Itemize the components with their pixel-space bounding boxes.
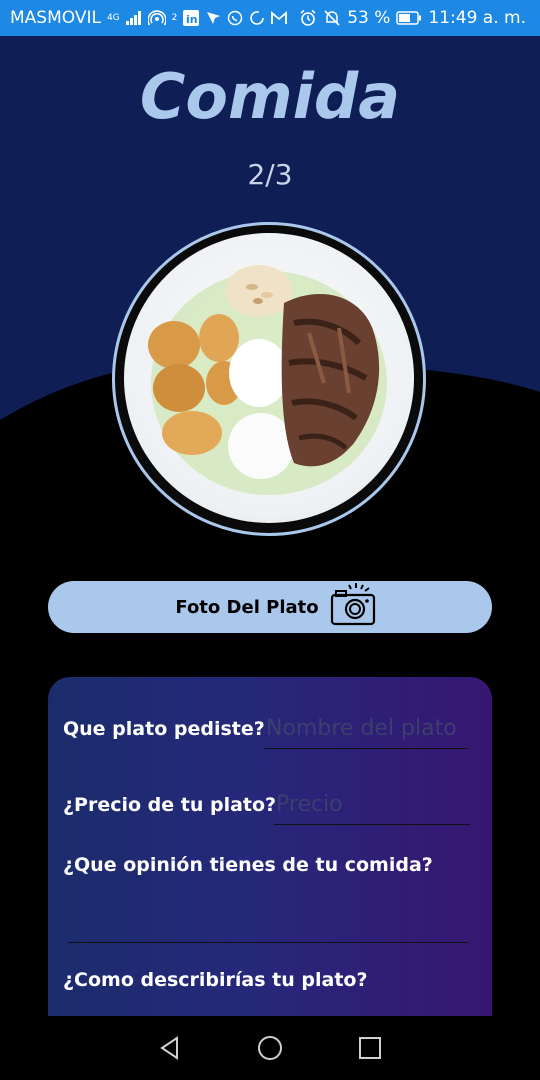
back-button[interactable] — [150, 1028, 190, 1068]
describe-label: ¿Como describirías tu plato? — [63, 969, 368, 991]
page-title: Comida — [139, 60, 401, 133]
dish-form: Que plato pediste? ¿Precio de tu plato? … — [48, 677, 492, 1022]
dish-name-input[interactable] — [264, 713, 468, 749]
photo-button-label: Foto Del Plato — [175, 596, 319, 618]
recents-icon — [359, 1037, 381, 1059]
alarm-icon — [299, 9, 317, 27]
dish-illustration — [148, 265, 387, 495]
back-icon — [160, 1036, 178, 1060]
muted-bell-icon — [323, 9, 341, 27]
whatsapp-icon — [227, 10, 243, 26]
dish-name-label: Que plato pediste? — [63, 718, 265, 740]
home-icon — [258, 1036, 282, 1060]
hotspot-count: 2 — [171, 13, 178, 23]
carrier-name: MASMOVIL — [10, 8, 101, 28]
home-button[interactable] — [250, 1028, 290, 1068]
step-counter: 2/3 — [247, 158, 293, 191]
opinion-label: ¿Que opinión tienes de tu comida? — [63, 854, 433, 876]
status-right: 53 % 11:49 a. m. — [299, 8, 526, 28]
battery-icon — [396, 11, 422, 25]
take-dish-photo-button[interactable]: Foto Del Plato — [48, 581, 492, 633]
network-type: 4G — [106, 13, 120, 23]
battery-percent: 53 % — [347, 8, 391, 28]
sync-icon — [249, 10, 265, 26]
app-notification-icon — [205, 10, 221, 26]
recents-button[interactable] — [350, 1028, 390, 1068]
dish-photo[interactable] — [124, 233, 414, 523]
linkedin-icon: in — [183, 10, 200, 26]
gmail-icon — [271, 11, 288, 25]
signal-icon — [125, 11, 142, 25]
clock: 11:49 a. m. — [428, 8, 526, 28]
status-left: MASMOVIL 4G 2 in — [10, 8, 288, 28]
svg-text:in: in — [186, 13, 198, 26]
status-bar: MASMOVIL 4G 2 in 53 % 11:49 a. m. — [0, 0, 540, 36]
opinion-input[interactable] — [68, 887, 468, 943]
hotspot-icon — [147, 10, 166, 26]
price-input[interactable] — [274, 789, 470, 825]
price-label: ¿Precio de tu plato? — [63, 794, 277, 816]
camera-icon — [329, 581, 377, 634]
navigation-bar — [0, 1016, 540, 1080]
